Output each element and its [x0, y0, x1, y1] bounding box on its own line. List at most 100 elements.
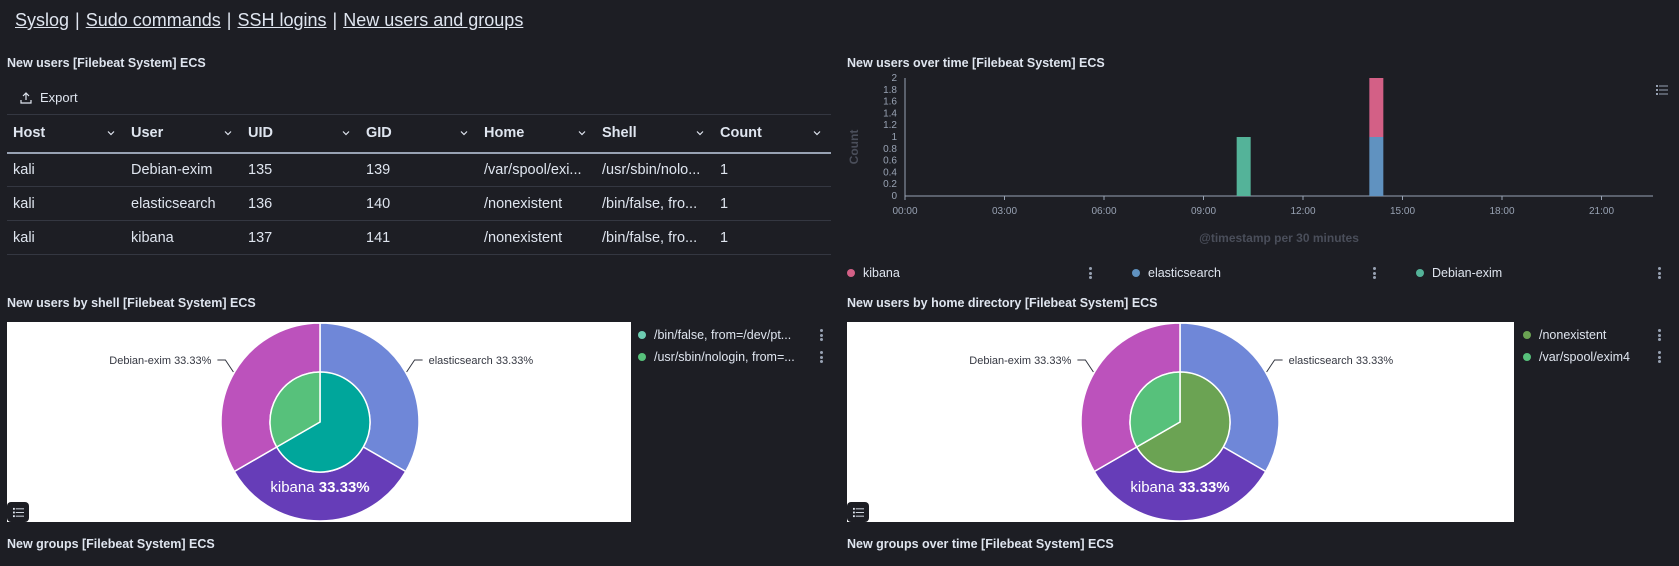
legend-options-icon[interactable] [819, 351, 823, 363]
y-tick-label: 1.6 [883, 97, 897, 108]
pie-label-leader [406, 359, 423, 373]
nav-separator: | [75, 10, 80, 30]
x-tick-label: 03:00 [992, 206, 1017, 217]
table-row: kali kibana 137 141 /nonexistent /bin/fa… [7, 220, 831, 255]
legend-options-icon[interactable] [1088, 267, 1092, 279]
column-header-gid[interactable]: GID [360, 114, 478, 154]
export-button[interactable]: Export [20, 90, 78, 105]
y-tick-label: 0 [891, 191, 897, 202]
users-by-home-pie: elasticsearch 33.33% kibana 33.33% Debian-… [969, 322, 1394, 522]
legend-item-shell-bin-false[interactable]: /bin/false, from=/dev/pt... [638, 328, 791, 342]
legend-item-kibana[interactable]: kibana [847, 266, 900, 280]
y-tick-label: 0.6 [883, 156, 897, 167]
nav-separator: | [226, 10, 232, 30]
export-icon [20, 91, 32, 104]
y-tick-label: 2 [891, 73, 897, 84]
chevron-down-icon [342, 131, 350, 136]
nav-link-new-users-groups[interactable]: New users and groups [343, 10, 523, 30]
legend-toggle-icon[interactable] [1656, 84, 1668, 96]
table-cell: /bin/false, fro... [596, 220, 714, 255]
new-users-table: Host User UID GID Home Shell Count kali … [7, 114, 831, 255]
x-axis-title: @timestamp per 30 minutes [1199, 231, 1359, 245]
dashboard-nav: Syslog | Sudo commands | SSH logins | New user… [15, 10, 523, 31]
x-tick-label: 18:00 [1489, 206, 1514, 217]
table-cell: kali [7, 186, 125, 221]
x-tick-label: 09:00 [1191, 206, 1216, 217]
users-by-home-chart-area: elasticsearch 33.33% kibana 33.33% Debian-… [847, 322, 1514, 522]
table-cell: 136 [242, 186, 360, 221]
legend-label: /nonexistent [1539, 328, 1607, 342]
y-tick-label: 0.4 [883, 167, 897, 178]
legend-swatch [1523, 331, 1531, 339]
chevron-down-icon [813, 131, 821, 136]
pie-label-elasticsearch: elasticsearch 33.33% [1289, 355, 1394, 367]
legend-toggle-button[interactable] [847, 502, 869, 522]
table-row: kali Debian-exim 135 139 /var/spool/exi.… [7, 152, 831, 187]
y-tick-label: 1 [891, 132, 897, 143]
table-cell: 141 [360, 220, 478, 255]
table-cell: 1 [714, 220, 831, 255]
legend-options-icon[interactable] [1657, 267, 1661, 279]
table-cell: kibana [125, 220, 242, 255]
panel-title-new-groups: New groups [Filebeat System] ECS [7, 537, 215, 551]
legend-label: kibana [863, 266, 900, 280]
table-row: kali elasticsearch 136 140 /nonexistent … [7, 186, 831, 221]
x-tick-label: 15:00 [1390, 206, 1415, 217]
users-over-time-chart: 00.20.40.60.811.21.41.61.82 00:00 03:00 06:… [847, 73, 1653, 245]
users-by-shell-pie: elasticsearch 33.33% kibana 33.33% Debian-… [109, 322, 534, 522]
nav-link-sudo-commands[interactable]: Sudo commands [86, 10, 221, 30]
legend-toggle-icon [12, 507, 24, 517]
nav-link-ssh-logins[interactable]: SSH logins [237, 10, 326, 30]
column-header-uid[interactable]: UID [242, 114, 360, 154]
table-cell: 135 [242, 152, 360, 187]
legend-options-icon[interactable] [1372, 267, 1376, 279]
pie-label-elasticsearch: elasticsearch 33.33% [429, 355, 534, 367]
column-header-host[interactable]: Host [7, 114, 125, 154]
y-tick-label: 1.2 [883, 120, 897, 131]
legend-item-shell-nologin[interactable]: /usr/sbin/nologin, from=... [638, 350, 795, 364]
table-cell: 139 [360, 152, 478, 187]
y-tick-label: 1.8 [883, 85, 897, 96]
legend-options-icon[interactable] [1657, 351, 1661, 363]
legend-item-home-exim4[interactable]: /var/spool/exim4 [1523, 350, 1630, 364]
legend-swatch [1416, 269, 1424, 277]
chevron-down-icon [578, 131, 586, 136]
legend-options-icon[interactable] [819, 329, 823, 341]
bar-kibana [1369, 78, 1384, 137]
column-header-shell[interactable]: Shell [596, 114, 714, 154]
pie-label-leader [1077, 359, 1094, 373]
legend-toggle-icon [852, 507, 864, 517]
x-tick-label: 06:00 [1091, 206, 1116, 217]
table-cell: /var/spool/exi... [478, 152, 596, 187]
pie-label-leader [217, 359, 234, 373]
table-cell: 1 [714, 186, 831, 221]
legend-swatch [847, 269, 855, 277]
table-cell: 140 [360, 186, 478, 221]
table-cell: kali [7, 152, 125, 187]
panel-title-users-by-shell: New users by shell [Filebeat System] ECS [7, 296, 256, 310]
users-by-shell-chart-area: elasticsearch 33.33% kibana 33.33% Debian-… [7, 322, 631, 522]
table-cell: /usr/sbin/nolo... [596, 152, 714, 187]
table-cell: 1 [714, 152, 831, 187]
legend-item-debian-exim[interactable]: Debian-exim [1416, 266, 1502, 280]
pie-label-kibana: kibana 33.33% [1130, 479, 1229, 496]
table-header-row: Host User UID GID Home Shell Count [7, 114, 831, 154]
legend-label: Debian-exim [1432, 266, 1503, 280]
panel-title-users-by-home: New users by home directory [Filebeat Sy… [847, 296, 1158, 310]
column-header-home[interactable]: Home [478, 114, 596, 154]
chevron-down-icon [460, 131, 468, 136]
pie-label-leader [1266, 359, 1283, 373]
table-cell: elasticsearch [125, 186, 242, 221]
nav-link-syslog[interactable]: Syslog [15, 10, 69, 30]
legend-label: /bin/false, from=/dev/pt... [654, 328, 792, 342]
legend-toggle-button[interactable] [7, 502, 29, 522]
legend-options-icon[interactable] [1657, 329, 1661, 341]
legend-item-elasticsearch[interactable]: elasticsearch [1132, 266, 1221, 280]
chevron-down-icon [224, 131, 232, 136]
legend-item-home-nonexistent[interactable]: /nonexistent [1523, 328, 1606, 342]
column-header-count[interactable]: Count [714, 114, 831, 154]
column-header-user[interactable]: User [125, 114, 242, 154]
bar-debian-exim [1236, 137, 1251, 196]
export-label: Export [40, 90, 78, 105]
y-tick-label: 0.8 [883, 144, 897, 155]
